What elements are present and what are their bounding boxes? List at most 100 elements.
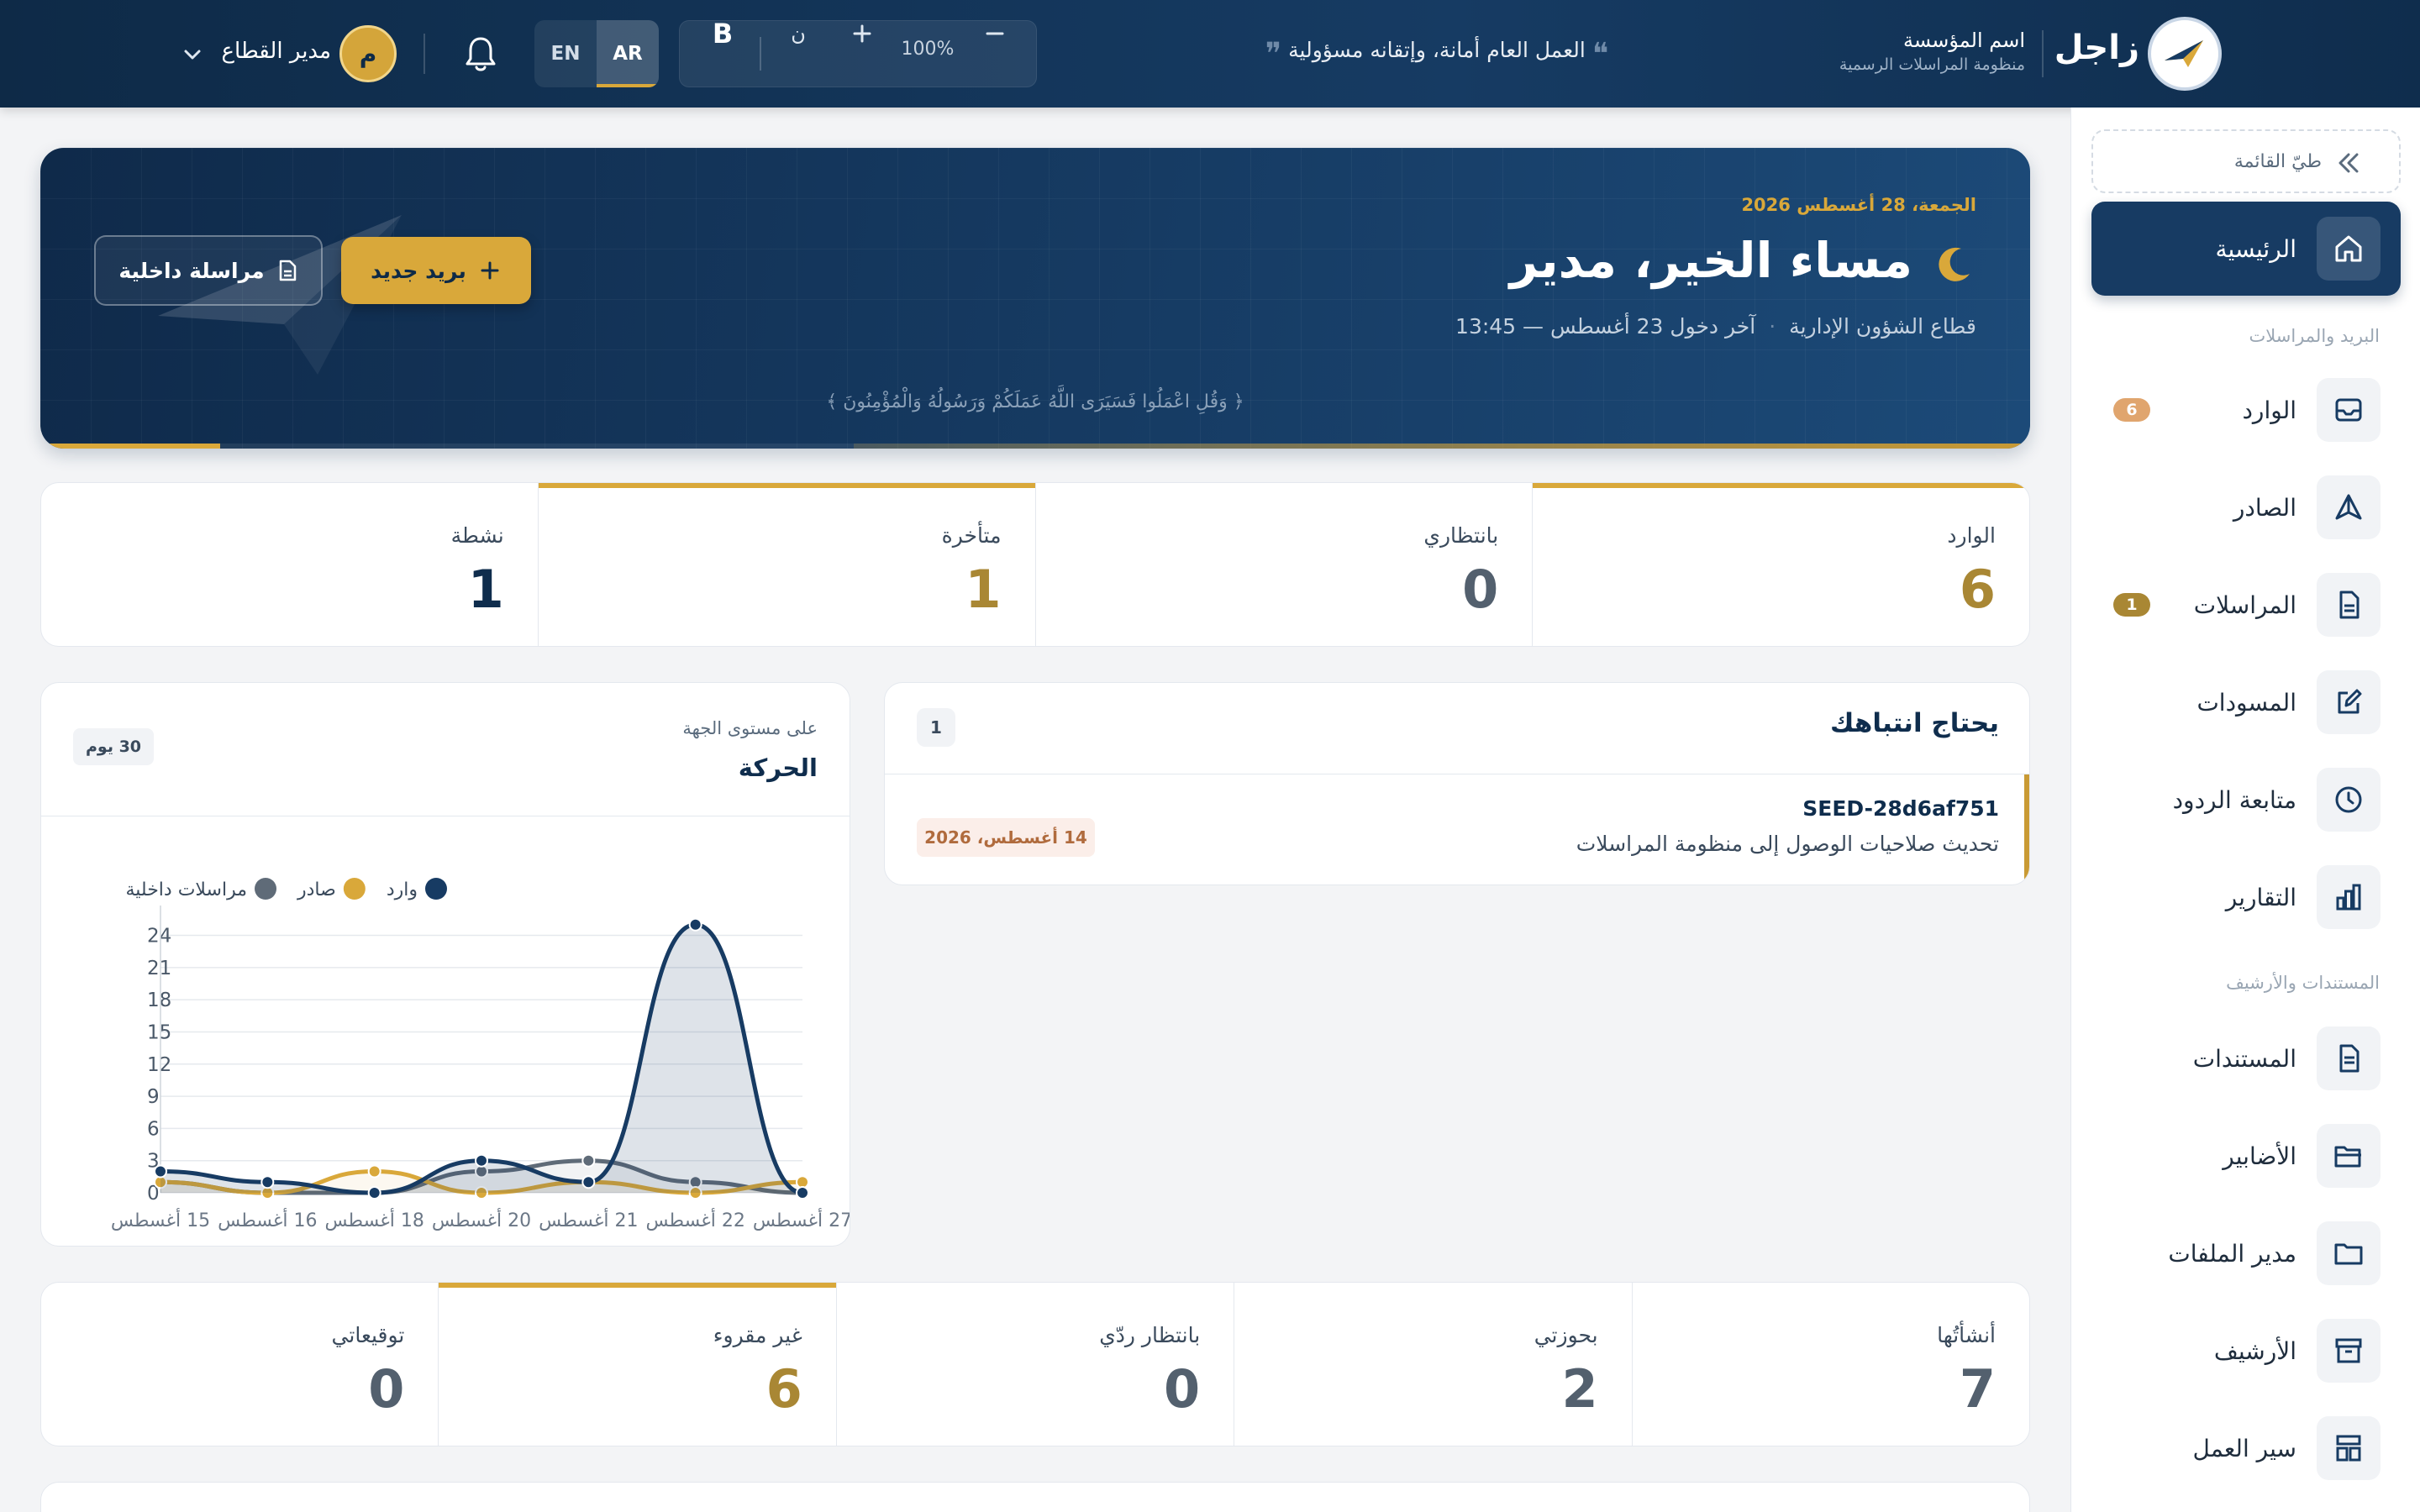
series-area	[160, 924, 802, 1193]
new-mail-label: بريد جديد	[371, 258, 466, 283]
sidebar-item-drafts[interactable]: المسودات	[2091, 662, 2401, 743]
legend-swatch	[255, 878, 277, 900]
brand-separator	[2042, 30, 2044, 77]
new-mail-button[interactable]: بريد جديد	[341, 237, 531, 304]
zoom-out-button[interactable]	[978, 0, 1012, 67]
data-point	[367, 1164, 381, 1179]
stat-card-inbox[interactable]: الوارد 6	[1532, 483, 2029, 646]
needs-attention-card: يحتاج انتباهك 1 SEED-28d6af751 تحديث صلا…	[884, 682, 2030, 885]
stat-card-active[interactable]: نشطة 1	[41, 483, 538, 646]
notifications-button[interactable]	[462, 34, 499, 74]
legend-label: مراسلات داخلية	[125, 879, 247, 900]
x-tick-label: 15 أغسطس	[111, 1208, 210, 1231]
user-name[interactable]: مدير القطاع	[213, 39, 331, 64]
data-point	[367, 1186, 381, 1200]
stat-card-my-signatures[interactable]: توقيعاتي 0	[41, 1283, 438, 1446]
stat-card-overdue[interactable]: متأخرة 1	[537, 483, 1035, 646]
sidebar-item-correspondence[interactable]: المراسلات 1	[2091, 564, 2401, 645]
sidebar-item-outbox[interactable]: الصادر	[2091, 467, 2401, 548]
minus-icon	[986, 32, 1004, 35]
stat-value: 0	[1164, 1358, 1201, 1420]
stat-label: بانتظاري	[1423, 523, 1499, 548]
inbox-icon	[2317, 378, 2381, 442]
x-tick-label: 20 أغسطس	[432, 1208, 531, 1231]
sidebar-item-archive[interactable]: الأرشيف	[2091, 1310, 2401, 1391]
sidebar-item-label: التقارير	[2225, 884, 2296, 911]
stat-label: متأخرة	[941, 523, 1002, 548]
stat-value: 1	[467, 559, 504, 620]
sidebar-item-inbox[interactable]: الوارد 6	[2091, 370, 2401, 450]
brand-name: زاجل	[2054, 29, 2139, 67]
item-subject: تحديث صلاحيات الوصول إلى منظومة المراسلا…	[1576, 832, 1999, 856]
item-reference: SEED-28d6af751	[1802, 796, 1999, 821]
stats-summary-top: الوارد 6 بانتظاري 0 متأخرة 1 نشطة 1	[40, 482, 2030, 647]
folder-open-icon	[2317, 1124, 2381, 1188]
sidebar-item-follow-up[interactable]: متابعة الردود	[2091, 759, 2401, 840]
sidebar-item-home[interactable]: الرئيسية	[2091, 202, 2401, 296]
sidebar-item-dossiers[interactable]: الأضابير	[2091, 1116, 2401, 1196]
tools-separator	[760, 37, 761, 71]
font-button[interactable]: ن	[781, 0, 815, 67]
edit-icon	[2317, 670, 2381, 734]
home-icon	[2317, 217, 2381, 281]
sidebar-item-reports[interactable]: التقارير	[2091, 857, 2401, 937]
next-section-card	[40, 1482, 2030, 1512]
avatar[interactable]: م	[339, 25, 397, 82]
org-name: اسم المؤسسة	[1902, 29, 2025, 52]
internal-message-label: مراسلة داخلية	[118, 258, 265, 283]
motto-text: العمل العام أمانة، وإتقانه مسؤولية	[1288, 38, 1586, 62]
banner-accent-bar	[40, 444, 2030, 449]
attention-list-item[interactable]: SEED-28d6af751 تحديث صلاحيات الوصول إلى …	[885, 774, 2029, 885]
session-meta: قطاع الشؤون الإدارية · آخر دخول 23 أغسطس —…	[1455, 314, 1976, 339]
zoom-in-button[interactable]	[845, 0, 879, 67]
lang-ar-button[interactable]: AR	[597, 20, 659, 87]
sidebar-item-documents[interactable]: المستندات	[2091, 1018, 2401, 1099]
chart-range-selector[interactable]: 30 يوم	[73, 728, 154, 765]
greeting-title: مساء الخير، مدير	[1509, 232, 1912, 289]
stat-label: بحوزتي	[1534, 1323, 1598, 1347]
quote-open-icon: ❝	[1591, 37, 1609, 71]
sidebar-item-workflow[interactable]: سير العمل	[2091, 1408, 2401, 1488]
bold-toggle-button[interactable]: B	[702, 0, 743, 67]
card-title: يحتاج انتباهك	[1830, 708, 1999, 738]
sidebar-item-label: الوارد	[2242, 396, 2296, 424]
stat-card-in-possession[interactable]: بحوزتي 2	[1234, 1283, 1631, 1446]
stat-card-awaiting-reply[interactable]: بانتظار ردّي 0	[835, 1283, 1234, 1446]
x-tick-label: 27 أغسطس	[753, 1208, 850, 1231]
chart-title: الحركة	[738, 753, 818, 782]
sidebar-item-label: الرئيسية	[2215, 235, 2296, 263]
stat-card-unread[interactable]: غير مقروء 6	[438, 1283, 837, 1446]
collapse-sidebar-button[interactable]: طيّ القائمة	[2091, 129, 2401, 193]
meta-separator: ·	[1769, 314, 1776, 339]
sidebar-item-label: الأرشيف	[2213, 1337, 2296, 1365]
attention-count-badge: 1	[917, 708, 955, 747]
lang-en-button[interactable]: EN	[534, 20, 597, 87]
y-tick-label: 24	[147, 926, 171, 948]
sidebar-item-label: الصادر	[2233, 494, 2296, 522]
sidebar-item-label: المستندات	[2192, 1045, 2296, 1073]
top-bar: زاجل اسم المؤسسة منظومة المراسلات الرسمي…	[0, 0, 2420, 108]
last-login: آخر دخول 23 أغسطس — 13:45	[1455, 314, 1756, 339]
sidebar-item-file-manager[interactable]: مدير الملفات	[2091, 1213, 2401, 1294]
quote-close-icon: ❞	[1265, 37, 1282, 71]
topbar-separator	[424, 34, 425, 74]
file-icon	[2317, 1026, 2381, 1090]
workflow-icon	[2317, 1416, 2381, 1480]
current-date: الجمعة، 28 أغسطس 2026	[1741, 195, 1976, 215]
stat-card-pending[interactable]: بانتظاري 0	[1034, 483, 1533, 646]
activity-chart: 0369121518212415 أغسطس 16 أغسطس 18 أغسطس 20…	[111, 878, 850, 1231]
internal-message-button[interactable]: مراسلة داخلية	[94, 235, 323, 306]
stat-card-created[interactable]: أنشأتُها 7	[1631, 1283, 2029, 1446]
bar-chart-icon	[2317, 865, 2381, 929]
stats-summary-bottom: أنشأتُها 7 بحوزتي 2 بانتظار ردّي 0 غير م…	[40, 1282, 2030, 1446]
brand-logo[interactable]	[2148, 17, 2222, 91]
org-subtitle: منظومة المراسلات الرسمية	[1839, 55, 2025, 74]
section-heading-documents: المستندات والأرشيف	[2226, 973, 2380, 993]
y-tick-label: 21	[147, 958, 171, 979]
clock-icon	[2317, 768, 2381, 832]
language-switch: EN AR	[534, 20, 659, 87]
sidebar-item-label: المسودات	[2196, 689, 2296, 717]
x-tick-label: 22 أغسطس	[645, 1208, 744, 1231]
y-tick-label: 15	[147, 1021, 171, 1043]
user-menu-toggle[interactable]	[182, 44, 203, 66]
